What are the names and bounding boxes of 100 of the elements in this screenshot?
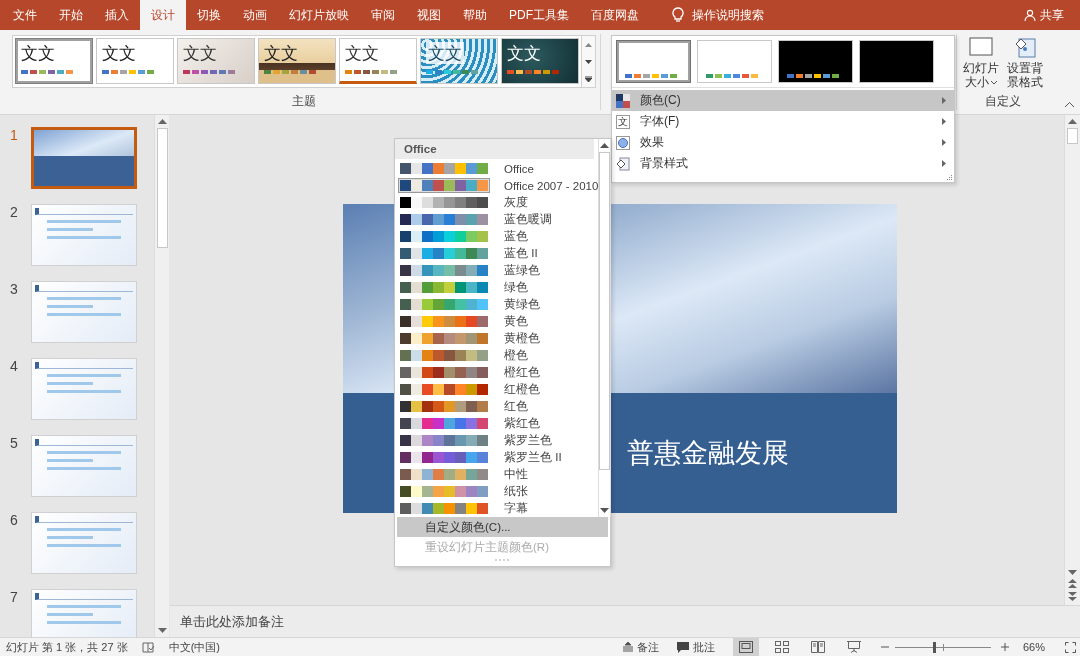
scroll-up-icon[interactable] [1068, 119, 1077, 124]
ribbon-tab[interactable]: 切换 [186, 0, 232, 30]
ribbon-tab[interactable]: 视图 [406, 0, 452, 30]
projector-icon [847, 641, 861, 653]
color-scheme-item[interactable]: Office 2007 - 2010 [395, 177, 599, 194]
zoom-level[interactable]: 66% [1023, 641, 1053, 653]
slide-number: 6 [9, 512, 19, 530]
resize-grip-icon[interactable] [494, 559, 511, 562]
color-scheme-item[interactable]: 字幕 [395, 500, 599, 517]
comment-icon [677, 641, 689, 653]
fit-to-window-icon[interactable] [1065, 641, 1076, 653]
color-scheme-item[interactable]: 蓝色 [395, 228, 599, 245]
theme-thumbnail[interactable]: 文文 [177, 38, 255, 84]
color-scheme-item[interactable]: 橙红色 [395, 364, 599, 381]
ribbon-tab[interactable]: 插入 [94, 0, 140, 30]
caret-up-icon [585, 42, 592, 47]
ribbon-tab[interactable]: 开始 [48, 0, 94, 30]
color-scheme-item[interactable]: 绿色 [395, 279, 599, 296]
scroll-thumb[interactable] [599, 152, 611, 470]
menu-item[interactable]: 背景样式 [612, 153, 954, 174]
theme-thumbnail[interactable]: 文文 [420, 38, 498, 84]
variant-thumbnail[interactable] [859, 40, 934, 83]
color-scheme-item[interactable]: 紫罗兰色 [395, 432, 599, 449]
more-icon [585, 75, 592, 82]
color-scheme-item[interactable]: Office [395, 160, 599, 177]
menu-item[interactable]: 自定义颜色(C)... [397, 517, 608, 537]
scroll-down-icon[interactable] [600, 508, 610, 513]
color-scheme-item[interactable]: 蓝色 II [395, 245, 599, 262]
slide-title: 普惠金融发展 [627, 437, 789, 470]
menu-item[interactable]: 颜色(C) [612, 90, 954, 111]
scroll-thumb[interactable] [156, 128, 168, 248]
ribbon-tab[interactable]: 文件 [2, 0, 48, 30]
caret-down-icon [991, 80, 997, 85]
ribbon-button[interactable]: 幻灯片大小 [961, 36, 1001, 89]
list-header: Office [395, 139, 594, 159]
ribbon-tab[interactable]: 审阅 [360, 0, 406, 30]
circle-icon [616, 135, 630, 150]
scroll-down-icon[interactable] [157, 628, 167, 633]
scroll-down-icon[interactable] [1068, 570, 1077, 575]
color-scheme-item[interactable]: 黄色 [395, 313, 599, 330]
caret-down-icon [585, 59, 592, 64]
notes-icon [623, 642, 633, 652]
color-scheme-item[interactable]: 紫红色 [395, 415, 599, 432]
normal-view-icon [739, 641, 753, 653]
color-scheme-item[interactable]: 纸张 [395, 483, 599, 500]
ribbon-tab[interactable]: 动画 [232, 0, 278, 30]
next-slide-icon[interactable] [1068, 592, 1077, 601]
ribbon-tab[interactable]: 设计 [140, 0, 186, 30]
theme-thumbnail[interactable]: 文文 [501, 38, 579, 84]
slide-number: 5 [9, 435, 19, 453]
color-scheme-item[interactable]: 蓝绿色 [395, 262, 599, 279]
view-button[interactable] [733, 638, 759, 656]
previous-slide-icon[interactable] [1068, 579, 1077, 588]
ribbon-tab[interactable]: 幻灯片放映 [278, 0, 360, 30]
theme-thumbnail[interactable]: 文文 [15, 38, 93, 84]
scrollbar[interactable] [154, 115, 169, 637]
color-scheme-item[interactable]: 红橙色 [395, 381, 599, 398]
color-scheme-item[interactable]: 橙色 [395, 347, 599, 364]
color-scheme-item[interactable]: 灰度 [395, 194, 599, 211]
scroll-up-icon[interactable] [600, 143, 610, 148]
color-scheme-item[interactable]: 红色 [395, 398, 599, 415]
color-squares-icon [616, 93, 630, 108]
book-check-icon[interactable] [141, 641, 155, 653]
color-scheme-item[interactable]: 紫罗兰色 II [395, 449, 599, 466]
ribbon-tab[interactable]: 百度网盘 [580, 0, 650, 30]
variant-thumbnail[interactable] [778, 40, 853, 83]
notes-placeholder[interactable]: 单击此处添加备注 [180, 612, 284, 631]
color-scheme-item[interactable]: 中性 [395, 466, 599, 483]
comments-button[interactable]: 批注 [677, 639, 715, 655]
language-indicator[interactable]: 中文(中国) [168, 639, 220, 655]
menu-item[interactable]: 文 字体(F) [612, 111, 954, 132]
color-scheme-item[interactable]: 黄橙色 [395, 330, 599, 347]
color-scheme-item[interactable]: 黄绿色 [395, 296, 599, 313]
slide-number: 7 [9, 589, 19, 607]
ribbon-tab[interactable]: PDF工具集 [498, 0, 580, 30]
color-scheme-item[interactable]: 蓝色暖调 [395, 211, 599, 228]
share-button[interactable]: 共享 [1024, 0, 1064, 30]
theme-thumbnail[interactable]: 文文 [258, 38, 336, 84]
zoom-in-icon[interactable] [1001, 643, 1009, 651]
book-view-icon [811, 641, 825, 653]
theme-thumbnail[interactable]: 文文 [339, 38, 417, 84]
variant-thumbnail[interactable] [697, 40, 772, 83]
grid-view-icon [775, 641, 789, 653]
scroll-thumb[interactable] [1067, 128, 1078, 144]
scrollbar[interactable] [598, 139, 612, 517]
ribbon-button[interactable]: 设置背景格式 [1005, 36, 1045, 89]
menu-item[interactable]: 效果 [612, 132, 954, 153]
ribbon-tab[interactable]: 帮助 [452, 0, 498, 30]
resize-grip-icon[interactable] [946, 174, 952, 180]
variant-thumbnail[interactable] [616, 40, 691, 83]
theme-thumbnail[interactable]: 文文 [96, 38, 174, 84]
scroll-up-icon[interactable] [157, 119, 167, 124]
paint-page-icon [1013, 36, 1037, 58]
person-icon [1024, 9, 1036, 21]
submenu-arrow-icon [942, 118, 946, 125]
scrollbar[interactable] [1064, 115, 1080, 605]
notes-button[interactable]: 备注 [623, 639, 659, 655]
slide-thumbnail[interactable] [31, 127, 137, 189]
slide-counter: 幻灯片 第 1 张，共 27 张 [6, 639, 128, 655]
tell-me-search[interactable]: 操作说明搜索 [672, 0, 764, 30]
